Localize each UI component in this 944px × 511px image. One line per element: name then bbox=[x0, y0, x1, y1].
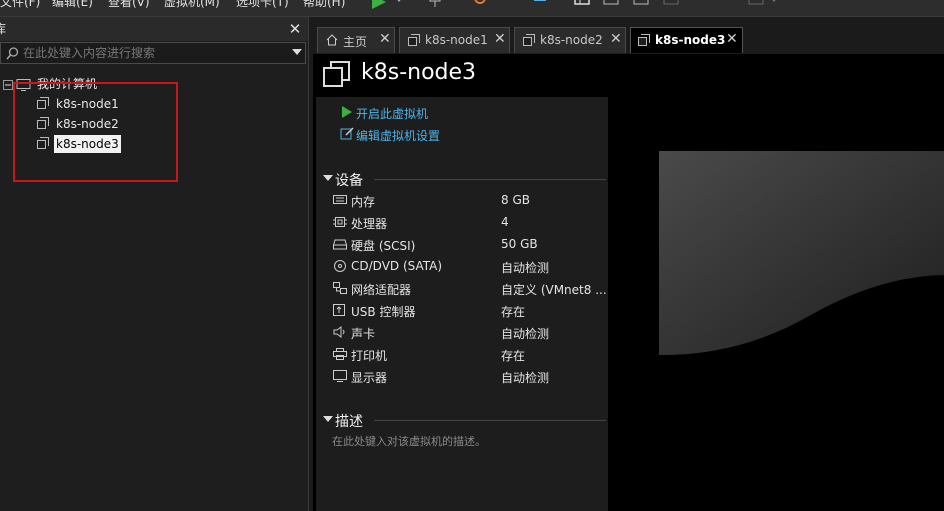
revert-snapshot-icon[interactable] bbox=[502, 0, 518, 10]
search-input[interactable] bbox=[23, 45, 283, 61]
description-placeholder[interactable]: 在此处键入对该虚拟机的描述。 bbox=[332, 433, 486, 449]
network-adapter-icon bbox=[333, 282, 347, 294]
tab-close-icon[interactable]: ✕ bbox=[726, 31, 738, 47]
library-close-button[interactable]: ✕ bbox=[286, 20, 304, 38]
play-icon bbox=[342, 106, 352, 118]
tab-close-icon[interactable]: ✕ bbox=[610, 31, 622, 47]
edit-settings-icon bbox=[340, 127, 354, 140]
snapshot-manager-icon[interactable] bbox=[532, 0, 548, 10]
tab-k8s-node3-active[interactable]: k8s-node3 ✕ bbox=[630, 27, 743, 53]
usb-icon bbox=[333, 304, 345, 316]
divider bbox=[374, 420, 606, 421]
menu-file[interactable]: 文件(F) bbox=[0, 0, 40, 10]
device-row-memory[interactable]: 内存 8 GB bbox=[333, 191, 608, 211]
device-row-hard-disk[interactable]: 硬盘 (SCSI) 50 GB bbox=[333, 235, 608, 255]
send-ctrl-alt-del-icon[interactable] bbox=[428, 0, 444, 10]
unity-icon[interactable] bbox=[663, 0, 679, 10]
edit-vm-settings-link[interactable]: 编辑虚拟机设置 bbox=[356, 127, 440, 144]
device-row-printer[interactable]: 打印机 存在 bbox=[333, 345, 608, 365]
tab-k8s-node2[interactable]: k8s-node2 ✕ bbox=[514, 27, 626, 53]
show-library-icon[interactable] bbox=[574, 0, 590, 10]
device-value: 4 bbox=[501, 215, 509, 229]
tab-k8s-node3-label: k8s-node3 bbox=[655, 33, 726, 47]
library-panel: 库 ✕ 我的计算机 k8s-node1 k8s-node2 k8s-node3 bbox=[0, 17, 309, 511]
sound-card-icon bbox=[333, 326, 345, 338]
chevron-down-icon[interactable] bbox=[395, 0, 403, 4]
collapse-description-icon[interactable] bbox=[323, 416, 333, 422]
library-title: 库 bbox=[0, 22, 7, 36]
vm-title: k8s-node3 bbox=[361, 60, 477, 85]
device-value: 8 GB bbox=[501, 193, 530, 207]
tab-k8s-node1[interactable]: k8s-node1 ✕ bbox=[399, 27, 510, 53]
chevron-down-icon[interactable] bbox=[770, 0, 778, 4]
device-name: 声卡 bbox=[351, 327, 376, 341]
device-row-processor[interactable]: 处理器 4 bbox=[333, 213, 608, 233]
device-value: 50 GB bbox=[501, 237, 538, 251]
device-name: CD/DVD (SATA) bbox=[351, 259, 443, 273]
tab-home[interactable]: 主页 ✕ bbox=[317, 27, 395, 53]
menu-help[interactable]: 帮助(H) bbox=[303, 0, 345, 10]
vm-icon bbox=[408, 34, 420, 47]
red-highlight-annotation bbox=[13, 82, 178, 182]
device-row-display[interactable]: 显示器 自动检测 bbox=[333, 367, 608, 387]
device-value: 自动检测 bbox=[501, 371, 550, 385]
menu-vm[interactable]: 虚拟机(M) bbox=[164, 0, 220, 10]
vm-details-column: 开启此虚拟机 编辑虚拟机设置 设备 内存 8 GB 处理器 4 硬盘 (SCSI… bbox=[316, 97, 608, 511]
cd-dvd-icon bbox=[334, 260, 346, 272]
menu-bar: 文件(F) 编辑(E) 查看(V) 虚拟机(M) 选项卡(T) 帮助(H) bbox=[0, 0, 944, 17]
device-value: 自动检测 bbox=[501, 327, 550, 341]
menu-edit[interactable]: 编辑(E) bbox=[52, 0, 93, 10]
search-dropdown-arrow-icon[interactable] bbox=[292, 49, 302, 55]
snapshot-icon[interactable] bbox=[472, 0, 488, 10]
tab-home-label: 主页 bbox=[343, 35, 368, 49]
menu-view[interactable]: 查看(V) bbox=[108, 0, 150, 10]
tab-k8s-node1-label: k8s-node1 bbox=[425, 33, 488, 47]
device-row-network-adapter[interactable]: 网络适配器 自定义 (VMnet8 ... bbox=[333, 279, 608, 299]
thumbnail-bar-icon[interactable] bbox=[603, 0, 619, 10]
divider bbox=[374, 179, 606, 180]
tab-close-icon[interactable]: ✕ bbox=[379, 31, 391, 47]
device-name: 内存 bbox=[351, 195, 376, 209]
device-name: 处理器 bbox=[351, 217, 388, 231]
device-value: 存在 bbox=[501, 305, 526, 319]
description-section-header[interactable]: 描述 bbox=[335, 411, 363, 431]
device-name: USB 控制器 bbox=[351, 305, 416, 319]
devices-section-header[interactable]: 设备 bbox=[335, 170, 363, 190]
search-icon bbox=[6, 47, 19, 60]
vm-screen-thumbnail[interactable] bbox=[659, 151, 944, 460]
device-row-sound-card[interactable]: 声卡 自动检测 bbox=[333, 323, 608, 343]
cpu-icon bbox=[333, 217, 347, 227]
vm-large-icon bbox=[323, 61, 350, 87]
menu-tabs[interactable]: 选项卡(T) bbox=[236, 0, 289, 10]
vm-icon bbox=[523, 34, 535, 47]
full-screen-icon[interactable] bbox=[633, 0, 649, 10]
tab-close-icon[interactable]: ✕ bbox=[494, 31, 506, 47]
library-title-bar: 库 ✕ bbox=[0, 17, 308, 41]
device-name: 硬盘 (SCSI) bbox=[351, 239, 416, 253]
memory-icon bbox=[333, 195, 347, 204]
display-icon bbox=[333, 370, 347, 382]
collapse-devices-icon[interactable] bbox=[323, 175, 333, 181]
library-search-box[interactable] bbox=[0, 42, 306, 64]
device-value: 自定义 (VMnet8 ... bbox=[501, 283, 607, 297]
device-name: 显示器 bbox=[351, 371, 388, 385]
power-on-vm-link[interactable]: 开启此虚拟机 bbox=[356, 105, 428, 122]
vm-icon bbox=[638, 34, 650, 47]
hard-disk-icon bbox=[333, 239, 347, 250]
device-name: 网络适配器 bbox=[351, 283, 412, 297]
home-icon bbox=[326, 34, 338, 46]
vm-screen-preview-graphic bbox=[659, 151, 944, 460]
printer-icon bbox=[333, 348, 347, 360]
collapse-tree-icon[interactable] bbox=[3, 80, 13, 90]
power-on-play-icon[interactable] bbox=[370, 0, 388, 9]
device-row-cd-dvd[interactable]: CD/DVD (SATA) 自动检测 bbox=[333, 257, 608, 277]
console-view-icon[interactable] bbox=[748, 0, 764, 10]
device-value: 自动检测 bbox=[501, 261, 550, 275]
vm-summary-view: k8s-node3 开启此虚拟机 编辑虚拟机设置 设备 内存 8 GB 处理器 … bbox=[313, 54, 944, 511]
device-value: 存在 bbox=[501, 349, 526, 363]
tab-bar: 主页 ✕ k8s-node1 ✕ k8s-node2 ✕ k8s-node3 ✕ bbox=[313, 17, 944, 54]
device-name: 打印机 bbox=[351, 349, 388, 363]
device-row-usb-controller[interactable]: USB 控制器 存在 bbox=[333, 301, 608, 321]
tab-k8s-node2-label: k8s-node2 bbox=[540, 33, 603, 47]
